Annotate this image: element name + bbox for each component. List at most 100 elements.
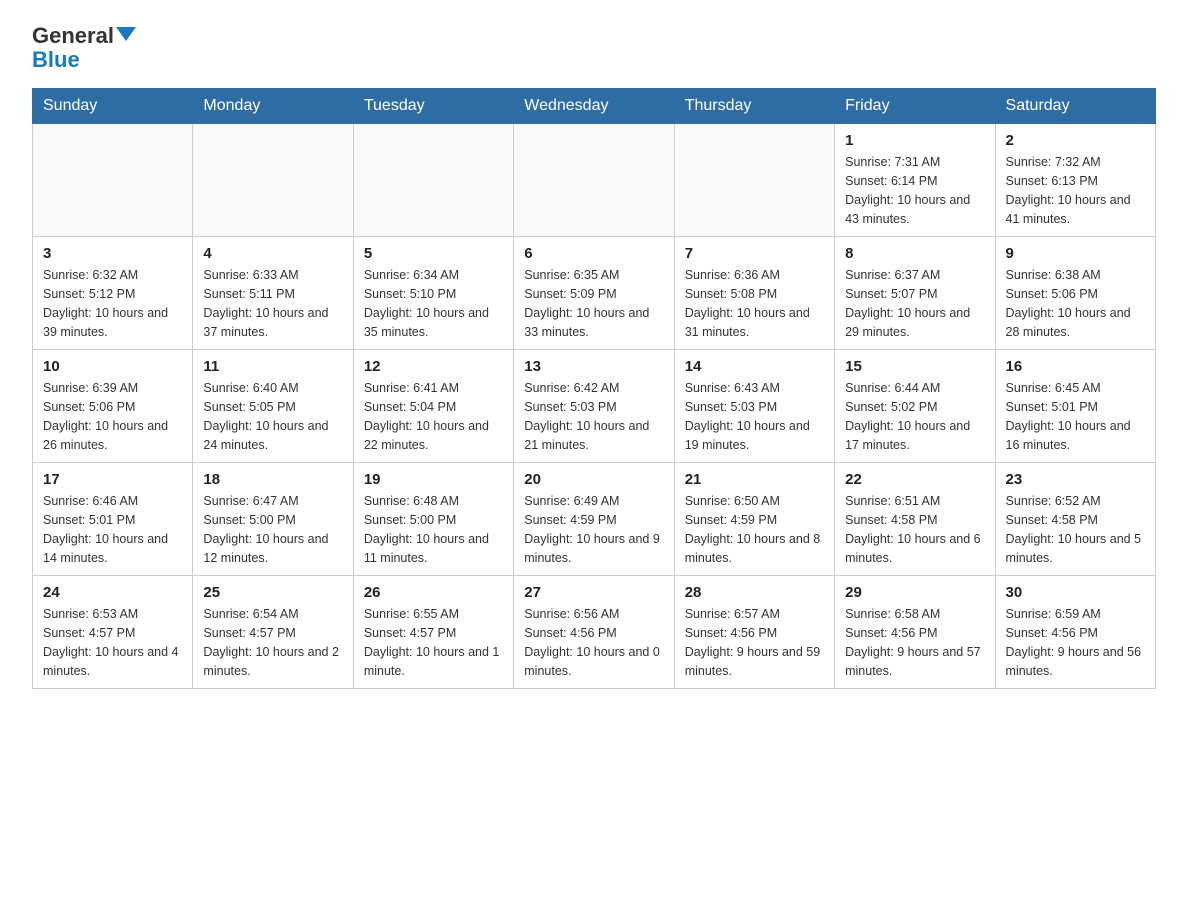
calendar-cell: 13Sunrise: 6:42 AM Sunset: 5:03 PM Dayli… (514, 350, 674, 463)
calendar-cell: 23Sunrise: 6:52 AM Sunset: 4:58 PM Dayli… (995, 463, 1155, 576)
day-number: 24 (43, 584, 182, 601)
calendar-cell: 25 Sunrise: 6:54 AM Sunset: 4:57 PM Dayli… (193, 576, 353, 689)
calendar-cell: 4Sunrise: 6:33 AM Sunset: 5:11 PM Daylig… (193, 237, 353, 350)
calendar-cell: 5Sunrise: 6:34 AM Sunset: 5:10 PM Daylig… (353, 237, 513, 350)
logo-blue: Blue (32, 48, 80, 72)
day-info: Sunrise: 6:37 AM Sunset: 5:07 PM Dayligh… (845, 266, 984, 341)
day-info: Sunrise: 7:31 AM Sunset: 6:14 PM Dayligh… (845, 153, 984, 228)
calendar-cell: 29 Sunrise: 6:58 AM Sunset: 4:56 PM Dayli… (835, 576, 995, 689)
day-info: Sunrise: 6:38 AM Sunset: 5:06 PM Dayligh… (1006, 266, 1145, 341)
day-number: 21 (685, 471, 824, 488)
day-info: Sunrise: 6:57 AM Sunset: 4:56 PM Dayligh… (685, 605, 824, 680)
calendar-cell: 28 Sunrise: 6:57 AM Sunset: 4:56 PM Dayli… (674, 576, 834, 689)
day-number: 15 (845, 358, 984, 375)
week-row-5: 24 Sunrise: 6:53 AM Sunset: 4:57 PM Dayli… (33, 576, 1156, 689)
day-info: Sunrise: 6:50 AM Sunset: 4:59 PM Dayligh… (685, 492, 824, 567)
day-number: 9 (1006, 245, 1145, 262)
day-number: 19 (364, 471, 503, 488)
calendar-cell: 15 Sunrise: 6:44 AM Sunset: 5:02 PM Dayli… (835, 350, 995, 463)
day-number: 3 (43, 245, 182, 262)
day-number: 5 (364, 245, 503, 262)
calendar-table: SundayMondayTuesdayWednesdayThursdayFrid… (32, 88, 1156, 689)
weekday-header-sunday: Sunday (33, 89, 193, 124)
day-info: Sunrise: 6:49 AM Sunset: 4:59 PM Dayligh… (524, 492, 663, 567)
weekday-header-monday: Monday (193, 89, 353, 124)
day-info: Sunrise: 6:32 AM Sunset: 5:12 PM Dayligh… (43, 266, 182, 341)
day-number: 20 (524, 471, 663, 488)
day-info: Sunrise: 6:35 AM Sunset: 5:09 PM Dayligh… (524, 266, 663, 341)
calendar-cell: 26Sunrise: 6:55 AM Sunset: 4:57 PM Dayli… (353, 576, 513, 689)
week-row-4: 17Sunrise: 6:46 AM Sunset: 5:01 PM Dayli… (33, 463, 1156, 576)
day-info: Sunrise: 7:32 AM Sunset: 6:13 PM Dayligh… (1006, 153, 1145, 228)
day-number: 25 (203, 584, 342, 601)
calendar-cell: 12 Sunrise: 6:41 AM Sunset: 5:04 PM Dayli… (353, 350, 513, 463)
calendar-cell (353, 124, 513, 237)
day-number: 29 (845, 584, 984, 601)
day-number: 8 (845, 245, 984, 262)
calendar-cell: 22 Sunrise: 6:51 AM Sunset: 4:58 PM Dayli… (835, 463, 995, 576)
day-number: 18 (203, 471, 342, 488)
day-number: 22 (845, 471, 984, 488)
day-info: Sunrise: 6:56 AM Sunset: 4:56 PM Dayligh… (524, 605, 663, 680)
day-info: Sunrise: 6:59 AM Sunset: 4:56 PM Dayligh… (1006, 605, 1145, 680)
day-number: 6 (524, 245, 663, 262)
logo-general: General (32, 24, 114, 48)
day-info: Sunrise: 6:44 AM Sunset: 5:02 PM Dayligh… (845, 379, 984, 454)
calendar-cell: 27 Sunrise: 6:56 AM Sunset: 4:56 PM Dayli… (514, 576, 674, 689)
calendar-cell: 10 Sunrise: 6:39 AM Sunset: 5:06 PM Dayli… (33, 350, 193, 463)
calendar-cell: 19Sunrise: 6:48 AM Sunset: 5:00 PM Dayli… (353, 463, 513, 576)
day-number: 27 (524, 584, 663, 601)
calendar-cell (33, 124, 193, 237)
day-number: 2 (1006, 132, 1145, 149)
day-info: Sunrise: 6:45 AM Sunset: 5:01 PM Dayligh… (1006, 379, 1145, 454)
calendar-cell: 14 Sunrise: 6:43 AM Sunset: 5:03 PM Dayli… (674, 350, 834, 463)
calendar-cell: 6 Sunrise: 6:35 AM Sunset: 5:09 PM Daylig… (514, 237, 674, 350)
calendar-cell: 21 Sunrise: 6:50 AM Sunset: 4:59 PM Dayli… (674, 463, 834, 576)
day-info: Sunrise: 6:55 AM Sunset: 4:57 PM Dayligh… (364, 605, 503, 680)
calendar-cell: 2 Sunrise: 7:32 AM Sunset: 6:13 PM Daylig… (995, 124, 1155, 237)
day-number: 1 (845, 132, 984, 149)
day-info: Sunrise: 6:36 AM Sunset: 5:08 PM Dayligh… (685, 266, 824, 341)
day-info: Sunrise: 6:58 AM Sunset: 4:56 PM Dayligh… (845, 605, 984, 680)
week-row-2: 3 Sunrise: 6:32 AM Sunset: 5:12 PM Daylig… (33, 237, 1156, 350)
weekday-header-tuesday: Tuesday (353, 89, 513, 124)
calendar-cell: 3 Sunrise: 6:32 AM Sunset: 5:12 PM Daylig… (33, 237, 193, 350)
calendar-cell: 16 Sunrise: 6:45 AM Sunset: 5:01 PM Dayli… (995, 350, 1155, 463)
day-info: Sunrise: 6:40 AM Sunset: 5:05 PM Dayligh… (203, 379, 342, 454)
day-info: Sunrise: 6:47 AM Sunset: 5:00 PM Dayligh… (203, 492, 342, 567)
week-row-3: 10 Sunrise: 6:39 AM Sunset: 5:06 PM Dayli… (33, 350, 1156, 463)
day-number: 28 (685, 584, 824, 601)
weekday-header-row: SundayMondayTuesdayWednesdayThursdayFrid… (33, 89, 1156, 124)
calendar-cell: 30 Sunrise: 6:59 AM Sunset: 4:56 PM Dayli… (995, 576, 1155, 689)
day-info: Sunrise: 6:42 AM Sunset: 5:03 PM Dayligh… (524, 379, 663, 454)
day-number: 12 (364, 358, 503, 375)
weekday-header-wednesday: Wednesday (514, 89, 674, 124)
day-info: Sunrise: 6:41 AM Sunset: 5:04 PM Dayligh… (364, 379, 503, 454)
day-number: 14 (685, 358, 824, 375)
day-number: 30 (1006, 584, 1145, 601)
calendar-cell: 24 Sunrise: 6:53 AM Sunset: 4:57 PM Dayli… (33, 576, 193, 689)
weekday-header-friday: Friday (835, 89, 995, 124)
calendar-cell (674, 124, 834, 237)
day-number: 7 (685, 245, 824, 262)
day-number: 16 (1006, 358, 1145, 375)
calendar-cell: 8 Sunrise: 6:37 AM Sunset: 5:07 PM Daylig… (835, 237, 995, 350)
calendar-cell: 18 Sunrise: 6:47 AM Sunset: 5:00 PM Dayli… (193, 463, 353, 576)
week-row-1: 1 Sunrise: 7:31 AM Sunset: 6:14 PM Daylig… (33, 124, 1156, 237)
day-info: Sunrise: 6:43 AM Sunset: 5:03 PM Dayligh… (685, 379, 824, 454)
day-number: 10 (43, 358, 182, 375)
day-info: Sunrise: 6:51 AM Sunset: 4:58 PM Dayligh… (845, 492, 984, 567)
day-info: Sunrise: 6:53 AM Sunset: 4:57 PM Dayligh… (43, 605, 182, 680)
day-info: Sunrise: 6:33 AM Sunset: 5:11 PM Dayligh… (203, 266, 342, 341)
day-number: 11 (203, 358, 342, 375)
day-info: Sunrise: 6:52 AM Sunset: 4:58 PM Dayligh… (1006, 492, 1145, 567)
calendar-cell: 1 Sunrise: 7:31 AM Sunset: 6:14 PM Daylig… (835, 124, 995, 237)
calendar-cell (193, 124, 353, 237)
weekday-header-thursday: Thursday (674, 89, 834, 124)
day-number: 17 (43, 471, 182, 488)
calendar-cell: 20 Sunrise: 6:49 AM Sunset: 4:59 PM Dayli… (514, 463, 674, 576)
calendar-cell: 9 Sunrise: 6:38 AM Sunset: 5:06 PM Daylig… (995, 237, 1155, 350)
logo-triangle-icon (116, 27, 136, 41)
day-info: Sunrise: 6:39 AM Sunset: 5:06 PM Dayligh… (43, 379, 182, 454)
day-info: Sunrise: 6:54 AM Sunset: 4:57 PM Dayligh… (203, 605, 342, 680)
